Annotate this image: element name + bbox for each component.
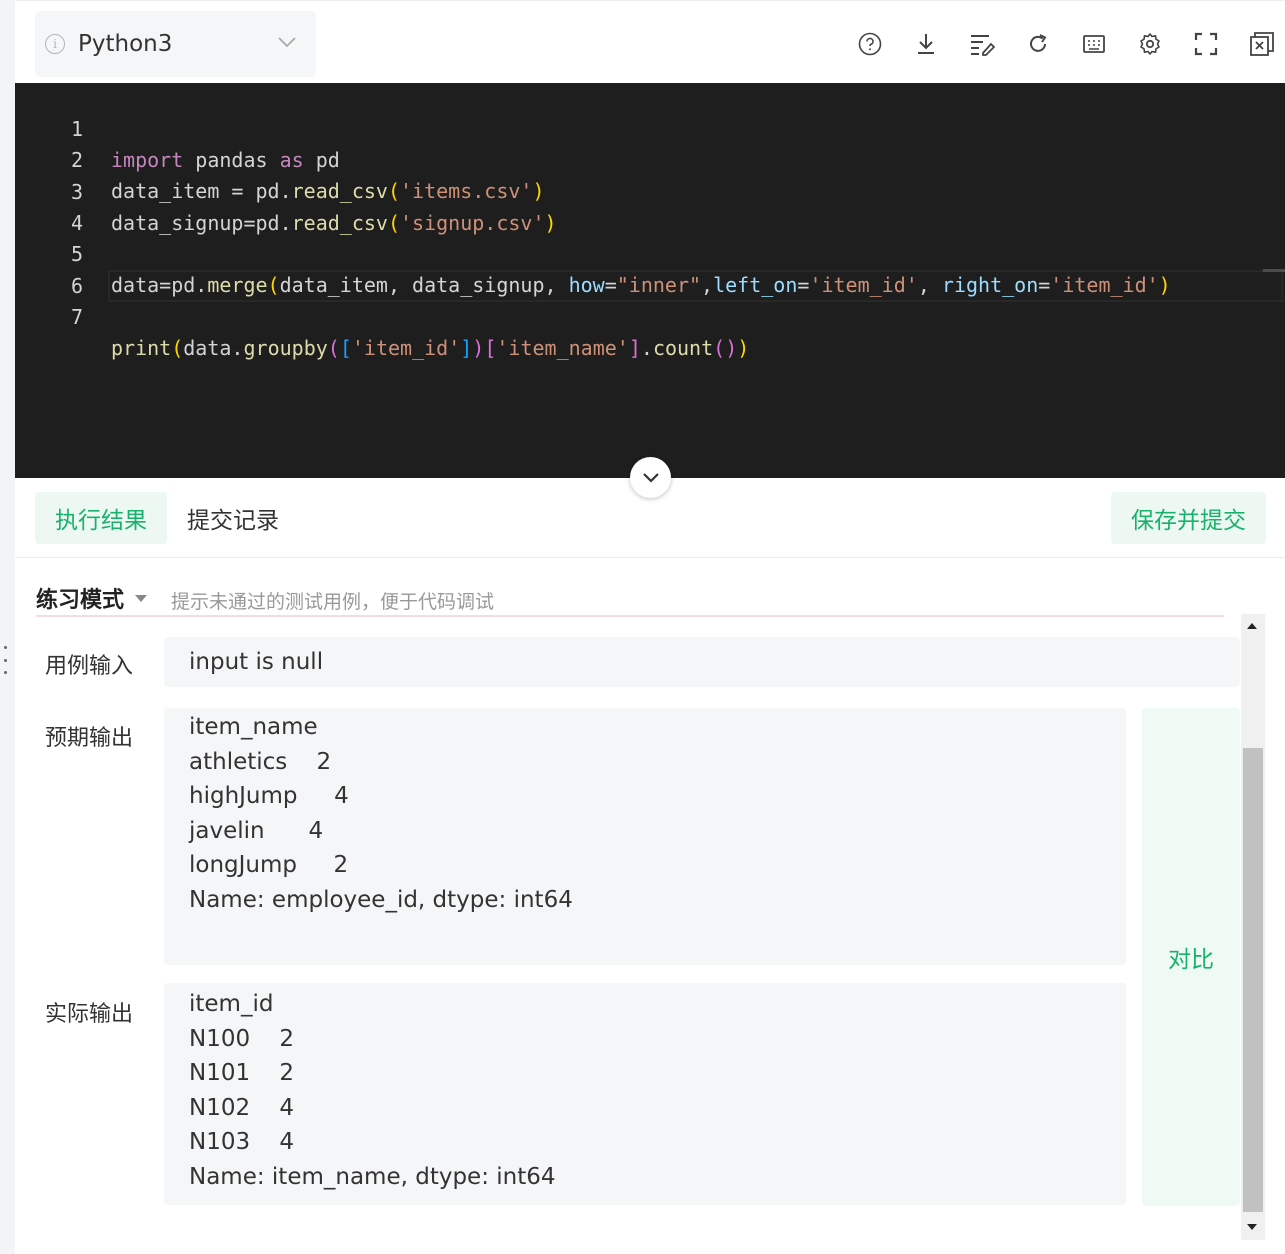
fullscreen-button[interactable] (1190, 29, 1221, 59)
output-line: Name: employee_id, dtype: int64 (189, 886, 573, 913)
input-label: 用例输入 (45, 654, 134, 679)
output-line: Name: item_name, dtype: int64 (189, 1163, 556, 1190)
output-line: N102 4 (189, 1094, 294, 1121)
code-line[interactable]: 1 import pandas as pd (15, 83, 1285, 172)
settings-button[interactable] (1134, 29, 1165, 59)
expected-output-box: item_name athletics 2 highJump 4 javelin… (164, 708, 1126, 965)
tab-submission-history[interactable]: 提交记录 (167, 492, 299, 544)
output-line: longJump 2 (189, 852, 349, 879)
code-editor[interactable]: 1 import pandas as pd 2 data_item = pd.r… (15, 83, 1285, 478)
output-line: javelin 4 (189, 817, 324, 844)
output-line: highJump 4 (189, 783, 349, 810)
format-code-button[interactable] (966, 29, 997, 59)
download-icon (917, 34, 934, 54)
settings-icon (1139, 33, 1160, 55)
format-icon (970, 35, 995, 56)
shortcuts-button[interactable] (1078, 29, 1109, 59)
help-icon (858, 32, 881, 56)
panel-resize-handle[interactable] (3, 646, 7, 674)
fullscreen-icon (1194, 32, 1217, 56)
editor-toolbar: i Python3 (15, 0, 1285, 83)
mode-hint: 提示未通过的测试用例，便于代码调试 (171, 591, 495, 613)
scroll-up-icon[interactable] (1247, 623, 1257, 629)
compare-button[interactable]: 对比 (1142, 708, 1240, 1206)
tab-execution-result[interactable]: 执行结果 (35, 492, 167, 544)
help-button[interactable] (854, 29, 885, 59)
chevron-down-icon (642, 472, 659, 483)
vertical-scrollbar[interactable] (1241, 614, 1265, 1240)
actual-output-label: 实际输出 (45, 1002, 134, 1027)
chevron-down-icon (278, 37, 296, 48)
actual-output-box: item_id N100 2 N101 2 N102 4 N103 4 Name… (164, 983, 1126, 1205)
toolbar-actions (854, 29, 1277, 59)
line-number: 7 (70, 305, 83, 329)
code-text: print(data.groupby(['item_id'])['item_na… (111, 336, 750, 360)
output-line: N103 4 (189, 1129, 294, 1156)
caret-down-icon (135, 594, 148, 602)
language-label: Python3 (78, 31, 173, 57)
mode-label: 练习模式 (36, 588, 125, 613)
language-select[interactable]: i Python3 (35, 11, 316, 77)
output-line: athletics 2 (189, 748, 332, 775)
output-line: N100 2 (189, 1025, 294, 1052)
code-line[interactable]: 6 (15, 240, 1285, 298)
close-window-icon (1249, 32, 1274, 56)
mode-row: 练习模式 提示未通过的测试用例，便于代码调试 (36, 582, 1226, 618)
code-line[interactable]: 2 data_item = pd.read_csv('items.csv') (15, 114, 1285, 203)
input-value: input is null (189, 649, 324, 675)
testcase-panel: 用例输入 input is null 预期输出 item_name athlet… (15, 614, 1265, 1254)
mode-select[interactable]: 练习模式 (36, 582, 148, 614)
output-line: N101 2 (189, 1060, 294, 1087)
left-gutter (0, 0, 15, 1254)
output-line: item_name (189, 714, 318, 740)
info-icon: i (45, 34, 65, 54)
input-box: input is null (164, 637, 1240, 687)
collapse-editor-button[interactable] (630, 457, 671, 498)
close-panel-button[interactable] (1246, 29, 1277, 59)
code-line[interactable]: 5 data=pd.merge(data_item, data_signup, … (15, 208, 1285, 297)
keyboard-icon (1082, 35, 1105, 53)
expected-output-label: 预期输出 (45, 726, 134, 751)
reset-button[interactable] (1022, 29, 1053, 59)
refresh-icon (1029, 34, 1046, 52)
output-line: item_id (189, 991, 274, 1017)
code-line[interactable]: 4 (15, 177, 1285, 235)
code-line[interactable]: 3 data_signup=pd.read_csv('signup.csv') (15, 146, 1285, 235)
scrollbar-thumb[interactable] (1243, 748, 1263, 1212)
save-submit-button[interactable]: 保存并提交 (1111, 492, 1266, 544)
download-button[interactable] (910, 29, 941, 59)
code-line[interactable]: 7 print(data.groupby(['item_id'])['item_… (15, 271, 1285, 360)
scroll-down-icon[interactable] (1247, 1224, 1257, 1230)
